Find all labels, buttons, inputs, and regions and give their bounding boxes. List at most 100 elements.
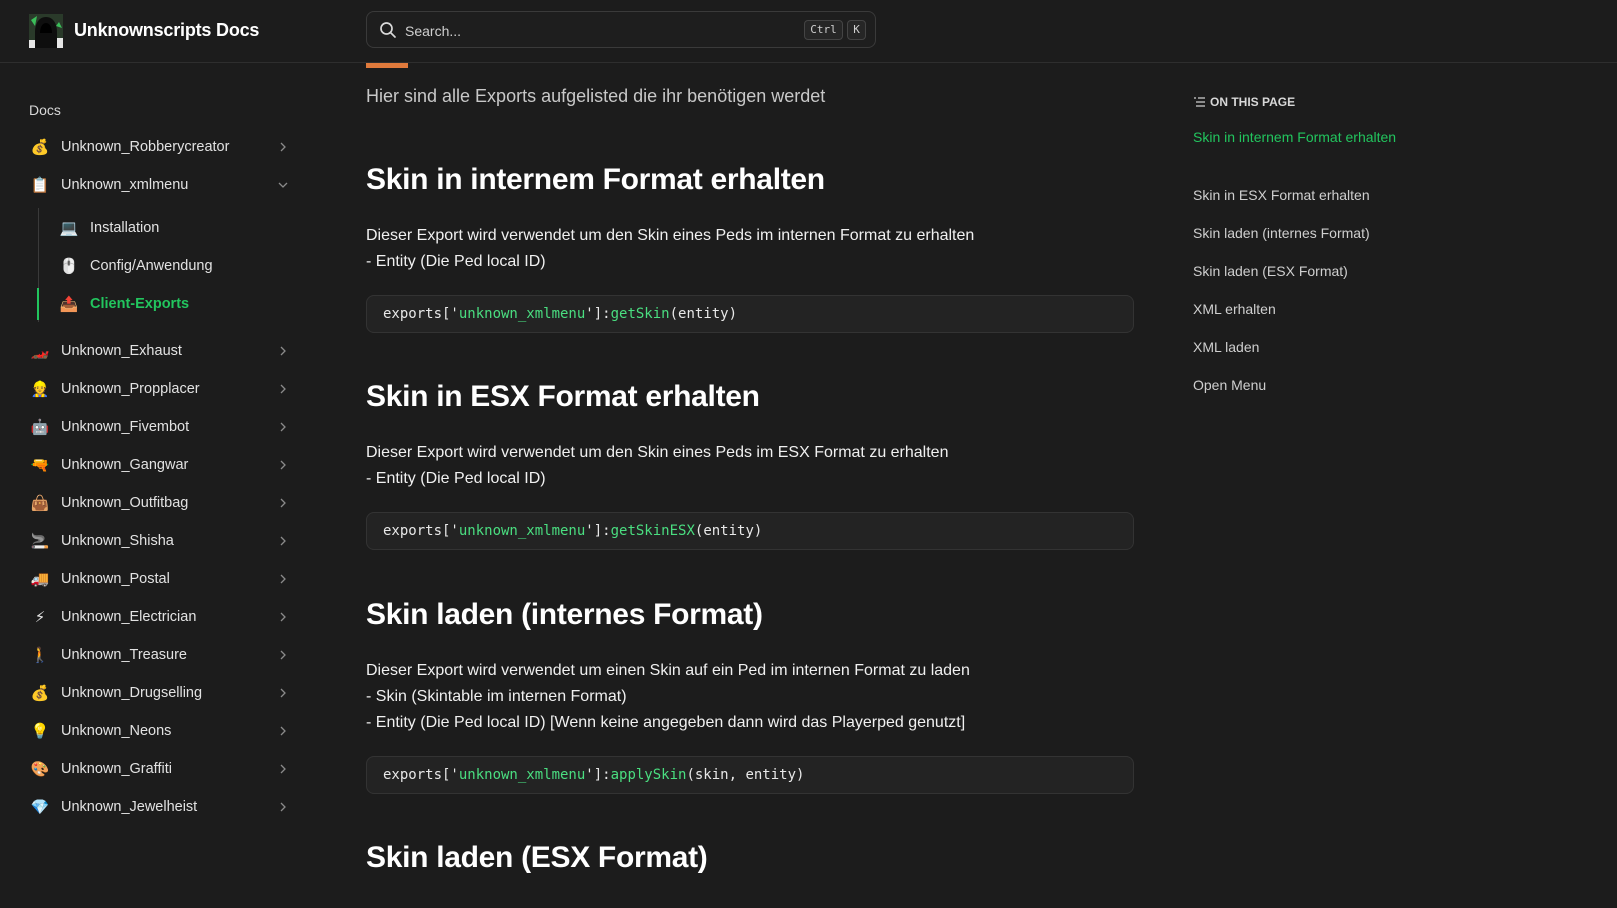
search-box[interactable]: Ctrl K [366, 11, 876, 49]
main-content: Hier sind alle Exports aufgelisted die i… [366, 62, 1136, 908]
code-string: unknown_xmlmenu [458, 523, 586, 539]
outbox-tray-icon: 📤 [59, 295, 79, 313]
sidebar-item-label: Unknown_Drugselling [61, 685, 203, 701]
sidebar-item-fivembot[interactable]: 🤖 Unknown_Fivembot [29, 411, 297, 443]
code-token: (entity) [694, 523, 763, 539]
chevron-right-icon[interactable] [277, 497, 289, 509]
sidebar-subitem-installation[interactable]: 💻 Installation [58, 212, 298, 244]
search-icon [380, 22, 396, 38]
sidebar-subitem-client-exports[interactable]: 📤 Client-Exports [58, 288, 298, 320]
code-block[interactable]: exports['unknown_xmlmenu']:getSkinESX(en… [366, 512, 1134, 550]
section-description: Dieser Export wird verwendet um den Skin… [366, 440, 948, 492]
section-heading: Skin laden (ESX Format) [366, 841, 708, 874]
sidebar-item-label: Unknown_Gangwar [61, 457, 189, 473]
sidebar-subitem-label: Installation [90, 220, 160, 236]
sidebar: Docs 💰 Unknown_Robberycreator 📋 Unknown_… [0, 62, 320, 908]
sidebar-item-robberycreator[interactable]: 💰 Unknown_Robberycreator [29, 131, 297, 163]
section-heading: Skin laden (internes Format) [366, 598, 763, 631]
code-token: ']: [585, 306, 611, 322]
chevron-down-icon[interactable] [277, 179, 289, 191]
robot-icon: 🤖 [30, 418, 50, 436]
mouse-icon: 🖱️ [59, 257, 79, 275]
code-token: (entity) [669, 306, 738, 322]
chevron-right-icon[interactable] [277, 345, 289, 357]
code-function: applySkin [610, 767, 687, 783]
race-car-icon: 🏎️ [30, 342, 50, 360]
code-block[interactable]: exports['unknown_xmlmenu']:applySkin(ski… [366, 756, 1134, 794]
section-heading: Skin in internem Format erhalten [366, 163, 825, 196]
chevron-right-icon[interactable] [277, 573, 289, 585]
sidebar-subitem-config[interactable]: 🖱️ Config/Anwendung [58, 250, 298, 282]
sidebar-item-exhaust[interactable]: 🏎️ Unknown_Exhaust [29, 335, 297, 367]
code-block[interactable]: exports['unknown_xmlmenu']:getSkin(entit… [366, 295, 1134, 333]
description-line: Dieser Export wird verwendet um einen Sk… [366, 662, 970, 679]
sidebar-item-jewelheist[interactable]: 💎 Unknown_Jewelheist [29, 791, 297, 823]
toc-link[interactable]: Skin laden (ESX Format) [1193, 261, 1403, 281]
sidebar-item-gangwar[interactable]: 🔫 Unknown_Gangwar [29, 449, 297, 481]
code-token: (skin, entity) [686, 767, 805, 783]
sidebar-item-label: Unknown_Electrician [61, 609, 197, 625]
code-string: unknown_xmlmenu [458, 306, 586, 322]
sidebar-item-drugselling[interactable]: 💰 Unknown_Drugselling [29, 677, 297, 709]
code-function: getSkin [610, 306, 670, 322]
chevron-right-icon[interactable] [277, 611, 289, 623]
sidebar-heading: Docs [29, 102, 61, 118]
description-line: Dieser Export wird verwendet um den Skin… [366, 444, 949, 461]
sidebar-item-electrician[interactable]: ⚡ Unknown_Electrician [29, 601, 297, 633]
section-description: Dieser Export wird verwendet um einen Sk… [366, 658, 970, 736]
chevron-right-icon[interactable] [277, 421, 289, 433]
sidebar-item-label: Unknown_Treasure [61, 647, 187, 663]
delivery-truck-icon: 🚚 [30, 570, 50, 588]
chevron-right-icon[interactable] [277, 687, 289, 699]
toc-link[interactable]: XML erhalten [1193, 299, 1403, 319]
sidebar-item-label: Unknown_Propplacer [61, 381, 200, 397]
shortcut-k-key: K [847, 20, 866, 40]
sidebar-subitem-label: Config/Anwendung [90, 258, 213, 274]
chevron-right-icon[interactable] [277, 459, 289, 471]
chevron-right-icon[interactable] [277, 763, 289, 775]
toc-link[interactable]: XML laden [1193, 337, 1403, 357]
code-function: getSkinESX [610, 523, 695, 539]
description-line: Dieser Export wird verwendet um den Skin… [366, 227, 975, 244]
sidebar-item-label: Unknown_Fivembot [61, 419, 190, 435]
toc-heading: ON THIS PAGE [1193, 95, 1295, 109]
sidebar-item-propplacer[interactable]: 👷 Unknown_Propplacer [29, 373, 297, 405]
sidebar-item-postal[interactable]: 🚚 Unknown_Postal [29, 563, 297, 595]
list-icon [1194, 97, 1205, 107]
section-heading: Skin in ESX Format erhalten [366, 380, 760, 413]
active-indicator [37, 288, 39, 320]
walking-person-icon: 🚶 [30, 646, 50, 664]
money-bag-icon: 💰 [30, 684, 50, 702]
description-line: - Entity (Die Ped local ID) [366, 470, 546, 487]
hooded-figure-logo-icon[interactable] [29, 14, 63, 48]
description-line: - Skin (Skintable im internen Format) [366, 688, 627, 705]
sidebar-item-neons[interactable]: 💡 Unknown_Neons [29, 715, 297, 747]
sidebar-item-label: Unknown_Outfitbag [61, 495, 189, 511]
sidebar-item-treasure[interactable]: 🚶 Unknown_Treasure [29, 639, 297, 671]
chevron-right-icon[interactable] [277, 535, 289, 547]
palette-icon: 🎨 [30, 760, 50, 778]
code-token: exports[' [383, 306, 459, 322]
toc-link[interactable]: Skin in ESX Format erhalten [1193, 185, 1403, 205]
chevron-right-icon[interactable] [277, 801, 289, 813]
sidebar-item-shisha[interactable]: 🚬 Unknown_Shisha [29, 525, 297, 557]
description-line: - Entity (Die Ped local ID) [Wenn keine … [366, 714, 966, 731]
money-bag-icon: 💰 [30, 138, 50, 156]
sidebar-item-label: Unknown_Graffiti [61, 761, 172, 777]
toc-link[interactable]: Skin laden (internes Format) [1193, 223, 1403, 243]
chevron-right-icon[interactable] [277, 649, 289, 661]
site-title[interactable]: Unknownscripts Docs [74, 20, 259, 41]
search-input[interactable] [403, 12, 767, 49]
gem-icon: 💎 [30, 798, 50, 816]
sidebar-item-xmlmenu[interactable]: 📋 Unknown_xmlmenu [29, 169, 297, 201]
construction-worker-icon: 👷 [30, 380, 50, 398]
toc-link[interactable]: Open Menu [1193, 375, 1403, 395]
sidebar-item-graffiti[interactable]: 🎨 Unknown_Graffiti [29, 753, 297, 785]
sidebar-item-label: Unknown_Neons [61, 723, 172, 739]
sidebar-item-outfitbag[interactable]: 👜 Unknown_Outfitbag [29, 487, 297, 519]
pistol-icon: 🔫 [30, 456, 50, 474]
chevron-right-icon[interactable] [277, 141, 289, 153]
toc-link[interactable]: Skin in internem Format erhalten [1193, 127, 1403, 147]
chevron-right-icon[interactable] [277, 383, 289, 395]
chevron-right-icon[interactable] [277, 725, 289, 737]
